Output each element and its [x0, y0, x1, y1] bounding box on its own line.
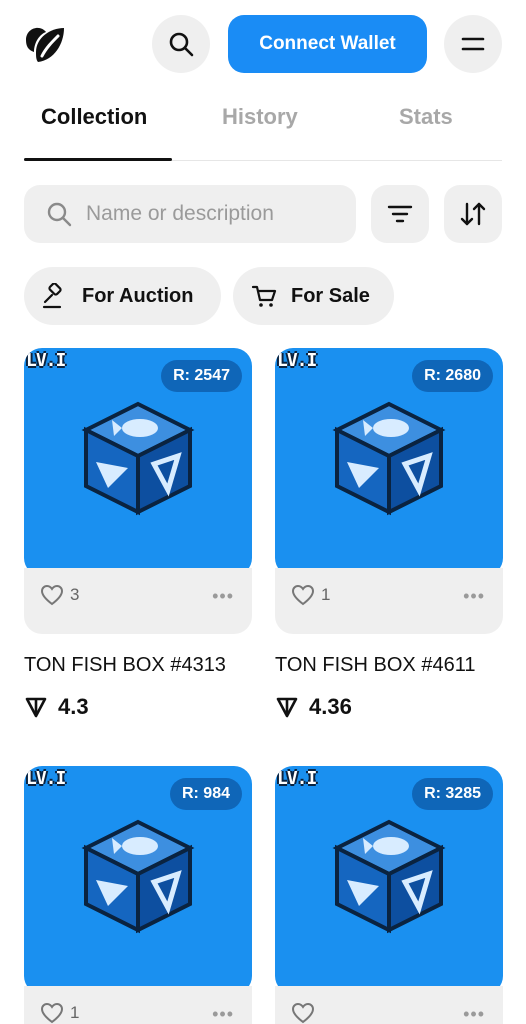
sort-icon [460, 202, 486, 226]
chip-label: For Auction [82, 284, 194, 307]
active-tab-indicator [24, 158, 172, 161]
cart-icon [251, 285, 277, 307]
more-options-icon[interactable]: ••• [212, 1004, 234, 1024]
more-options-icon[interactable]: ••• [463, 1004, 485, 1024]
like-button[interactable] [291, 1002, 321, 1024]
tab-stats[interactable]: Stats [399, 104, 453, 130]
like-count: 1 [321, 585, 331, 604]
like-button[interactable]: 3 [40, 584, 79, 606]
ton-icon [276, 697, 298, 718]
menu-button[interactable] [444, 15, 502, 73]
leaf-logo-icon[interactable] [22, 22, 68, 66]
card-footer: 3 ••• [24, 568, 252, 634]
search-button[interactable] [152, 15, 210, 73]
menu-icon [461, 37, 485, 51]
sort-button[interactable] [444, 185, 502, 243]
card-footer: ••• [275, 986, 503, 1024]
search-field [24, 185, 356, 243]
rarity-badge: R: 2680 [412, 360, 493, 392]
heart-icon [291, 584, 315, 606]
heart-icon [40, 584, 64, 606]
tab-collection[interactable]: Collection [41, 104, 147, 130]
price-value: 4.3 [58, 694, 89, 719]
fish-box-cube-icon [332, 401, 446, 516]
like-count: 1 [70, 1003, 80, 1022]
top-bar: Connect Wallet [0, 0, 526, 88]
level-badge: LV.I [26, 350, 66, 371]
fish-box-cube-icon [332, 819, 446, 934]
level-badge: LV.I [277, 350, 317, 371]
chip-label: For Sale [291, 284, 370, 307]
search-icon [169, 32, 194, 57]
nft-price: 4.36 [275, 694, 352, 720]
nft-image[interactable]: LV.I R: 2547 [24, 348, 252, 576]
search-input[interactable] [86, 202, 336, 226]
collection-tabs: Collection History Stats [0, 96, 526, 162]
rarity-badge: R: 2547 [161, 360, 242, 392]
tab-history[interactable]: History [222, 104, 298, 130]
nft-name: TON FISH BOX #4611 [275, 654, 476, 676]
heart-icon [40, 1002, 64, 1024]
level-badge: LV.I [277, 768, 317, 789]
like-button[interactable]: 1 [40, 1002, 79, 1024]
nft-image[interactable]: LV.I R: 3285 [275, 766, 503, 994]
price-value: 4.36 [309, 694, 352, 719]
nft-name: TON FISH BOX #4313 [24, 654, 226, 676]
for-sale-filter[interactable]: For Sale [233, 267, 394, 325]
nft-image[interactable]: LV.I R: 2680 [275, 348, 503, 576]
card-footer: 1 ••• [275, 568, 503, 634]
filter-button[interactable] [371, 185, 429, 243]
more-options-icon[interactable]: ••• [212, 586, 234, 607]
heart-icon [291, 1002, 315, 1024]
gavel-icon [42, 283, 62, 309]
like-button[interactable]: 1 [291, 584, 330, 606]
nft-price: 4.3 [24, 694, 89, 720]
rarity-badge: R: 984 [169, 778, 242, 810]
for-auction-filter[interactable]: For Auction [24, 267, 221, 325]
ton-icon [25, 697, 47, 718]
rarity-badge: R: 3285 [412, 778, 493, 810]
more-options-icon[interactable]: ••• [463, 586, 485, 607]
like-count: 3 [70, 585, 80, 604]
connect-wallet-button[interactable]: Connect Wallet [228, 15, 427, 73]
fish-box-cube-icon [81, 401, 195, 516]
card-footer: 1 ••• [24, 986, 252, 1024]
level-badge: LV.I [26, 768, 66, 789]
fish-box-cube-icon [81, 819, 195, 934]
nft-image[interactable]: LV.I R: 984 [24, 766, 252, 994]
search-icon [47, 202, 72, 227]
filter-icon [387, 205, 413, 223]
